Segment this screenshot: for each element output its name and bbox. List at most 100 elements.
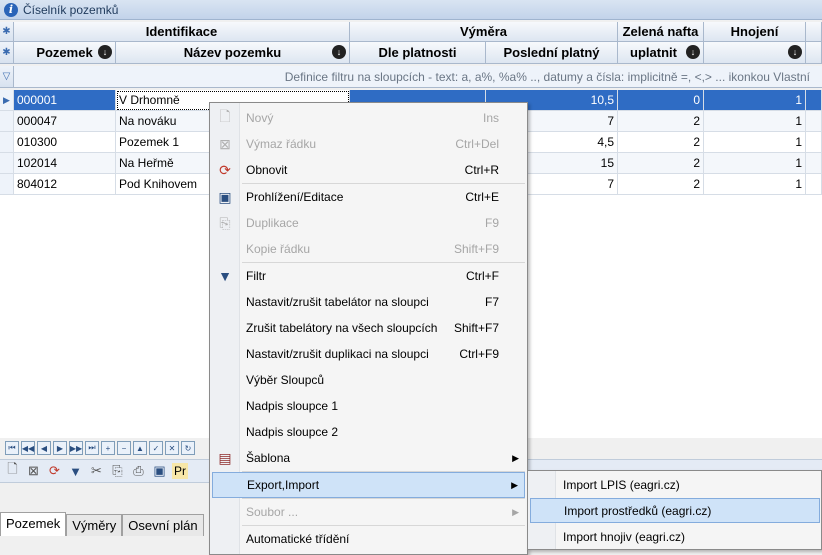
menu-item-duplikace[interactable]: ⎘ Duplikace F9 [212, 210, 525, 236]
menu-item-sablona[interactable]: ▤ Šablona ▶ [212, 445, 525, 471]
submenu-item-import-hnojiv[interactable]: Import hnojiv (eagri.cz) [530, 524, 820, 549]
group-header-zelena-nafta: Zelená nafta [618, 22, 704, 42]
cell-filler [806, 132, 822, 153]
context-menu: 🗋 Nový Ins ⊠ Výmaz řádku Ctrl+Del ⟳ Obno… [209, 102, 528, 555]
cell-filler [806, 153, 822, 174]
menu-item-soubor[interactable]: Soubor ... ▶ [212, 499, 525, 525]
prev-record-icon[interactable]: ◀ [37, 441, 51, 455]
group-header-filler [806, 22, 822, 42]
header-marker-icon: ✱ [0, 42, 14, 64]
filter-hint: Definice filtru na sloupcích - text: a, … [284, 70, 810, 84]
edit-up-icon[interactable]: ▲ [133, 441, 147, 455]
cell-pozemek[interactable]: 010300 [14, 132, 116, 153]
menu-item-prohlizeni-editace[interactable]: ▣ Prohlížení/Editace Ctrl+E [212, 184, 525, 210]
export-import-submenu: Import LPIS (eagri.cz) Import prostředků… [527, 470, 822, 550]
menu-item-vyber-sloupcu[interactable]: Výběr Sloupců [212, 367, 525, 393]
column-header-filler [806, 42, 822, 64]
cell-uplatnit[interactable]: 2 [618, 132, 704, 153]
delete-row-icon: ⊠ [219, 135, 231, 152]
column-header-posledni-platny[interactable]: Poslední platný [486, 42, 618, 64]
title-bar: i Číselník pozemků [0, 0, 822, 20]
menu-item-zrusit-tabelatory[interactable]: Zrušit tabelátory na všech sloupcích Shi… [212, 315, 525, 341]
new-document-icon: 🗋 [219, 108, 231, 124]
duplicate-icon: ⎘ [219, 214, 231, 231]
next-record-icon[interactable]: ▶ [53, 441, 67, 455]
menu-item-tabelator-sloupec[interactable]: Nastavit/zrušit tabelátor na sloupci F7 [212, 289, 525, 315]
print-icon[interactable]: ⎙ [130, 463, 147, 480]
filter-row[interactable]: Definice filtru na sloupcích - text: a, … [14, 66, 822, 88]
group-header-vymera: Výměra [350, 22, 618, 42]
confirm-icon[interactable]: ✓ [149, 441, 163, 455]
refresh-icon[interactable]: ↻ [181, 441, 195, 455]
group-header-identifikace: Identifikace [14, 22, 350, 42]
row-marker [0, 153, 14, 174]
menu-item-novy[interactable]: 🗋 Nový Ins [212, 105, 525, 131]
sort-down-icon[interactable]: ↓ [788, 45, 802, 59]
submenu-item-import-prostredku[interactable]: Import prostředků (eagri.cz) [530, 498, 820, 523]
submenu-item-import-lpis[interactable]: Import LPIS (eagri.cz) [530, 472, 820, 497]
cell-hnojeni[interactable]: 1 [704, 90, 806, 111]
cell-hnojeni[interactable]: 1 [704, 132, 806, 153]
filter-icon: ▼ [218, 268, 232, 284]
header-marker-icon: ✱ [0, 22, 14, 42]
menu-item-vymaz-radku[interactable]: ⊠ Výmaz řádku Ctrl+Del [212, 131, 525, 157]
cell-hnojeni[interactable]: 1 [704, 111, 806, 132]
toolbar-truncated-button[interactable]: Pr [172, 463, 188, 479]
column-header-uplatnit[interactable]: uplatnit ↓ [618, 42, 704, 64]
delete-record-icon[interactable]: − [117, 441, 131, 455]
submenu-arrow-icon: ▶ [512, 452, 519, 463]
edit-view-icon: ▣ [218, 188, 232, 205]
prev-page-icon[interactable]: ◀◀ [21, 441, 35, 455]
sort-down-icon[interactable]: ↓ [332, 45, 346, 59]
last-page-icon[interactable]: ⏭ [85, 441, 99, 455]
filter-icon[interactable]: ▽ [0, 66, 14, 88]
menu-item-kopie-radku[interactable]: Kopie řádku Shift+F9 [212, 236, 525, 262]
cell-uplatnit[interactable]: 2 [618, 111, 704, 132]
cell-pozemek[interactable]: 000001 [14, 90, 116, 111]
menu-item-nadpis-1[interactable]: Nadpis sloupce 1 [212, 393, 525, 419]
cancel-icon[interactable]: ✕ [165, 441, 179, 455]
row-pointer-icon: ▶ [0, 90, 14, 111]
column-header-hnojeni[interactable]: ↓ [704, 42, 806, 64]
cell-hnojeni[interactable]: 1 [704, 174, 806, 195]
filter-icon[interactable]: ▼ [67, 463, 84, 480]
refresh-icon[interactable]: ⟳ [46, 463, 63, 480]
cell-hnojeni[interactable]: 1 [704, 153, 806, 174]
cell-pozemek[interactable]: 102014 [14, 153, 116, 174]
cell-filler [806, 90, 822, 111]
tab-vymery[interactable]: Výměry [66, 514, 123, 536]
sort-down-icon[interactable]: ↓ [686, 45, 700, 59]
cell-uplatnit[interactable]: 0 [618, 90, 704, 111]
next-page-icon[interactable]: ▶▶ [69, 441, 83, 455]
info-icon: i [4, 2, 18, 17]
cell-pozemek[interactable]: 000047 [14, 111, 116, 132]
template-icon: ▤ [218, 449, 232, 466]
delete-icon[interactable]: ⊠ [25, 463, 42, 480]
menu-item-export-import[interactable]: Export,Import ▶ [212, 472, 525, 498]
menu-item-filtr[interactable]: ▼ Filtr Ctrl+F [212, 263, 525, 289]
refresh-icon: ⟳ [219, 161, 231, 178]
menu-item-nadpis-2[interactable]: Nadpis sloupce 2 [212, 419, 525, 445]
cell-pozemek[interactable]: 804012 [14, 174, 116, 195]
tab-osevni-plan[interactable]: Osevní plán [122, 514, 204, 536]
new-document-icon[interactable]: 🗋 [4, 461, 21, 480]
cell-filler [806, 111, 822, 132]
menu-item-automaticke-trideni[interactable]: Automatické třídění [212, 526, 525, 552]
first-page-icon[interactable]: ⏮ [5, 441, 19, 455]
tab-strip: Pozemek Výměry Osevní plán [0, 512, 204, 536]
column-header-nazev[interactable]: Název pozemku ↓ [116, 42, 350, 64]
menu-item-obnovit[interactable]: ⟳ Obnovit Ctrl+R [212, 157, 525, 183]
clear-filter-icon[interactable]: ✂ [88, 463, 105, 480]
tab-pozemek[interactable]: Pozemek [0, 512, 67, 536]
row-marker [0, 111, 14, 132]
menu-item-duplikace-sloupec[interactable]: Nastavit/zrušit duplikaci na sloupci Ctr… [212, 341, 525, 367]
column-header-pozemek[interactable]: Pozemek ↓ [14, 42, 116, 64]
column-header-dle-platnosti[interactable]: Dle platnosti [350, 42, 486, 64]
cell-uplatnit[interactable]: 2 [618, 153, 704, 174]
cell-uplatnit[interactable]: 2 [618, 174, 704, 195]
window-title: Číselník pozemků [23, 2, 119, 17]
view-icon[interactable]: ▣ [151, 463, 168, 480]
duplicate-icon[interactable]: ⎘ [109, 463, 126, 480]
sort-down-icon[interactable]: ↓ [98, 45, 112, 59]
add-record-icon[interactable]: + [101, 441, 115, 455]
